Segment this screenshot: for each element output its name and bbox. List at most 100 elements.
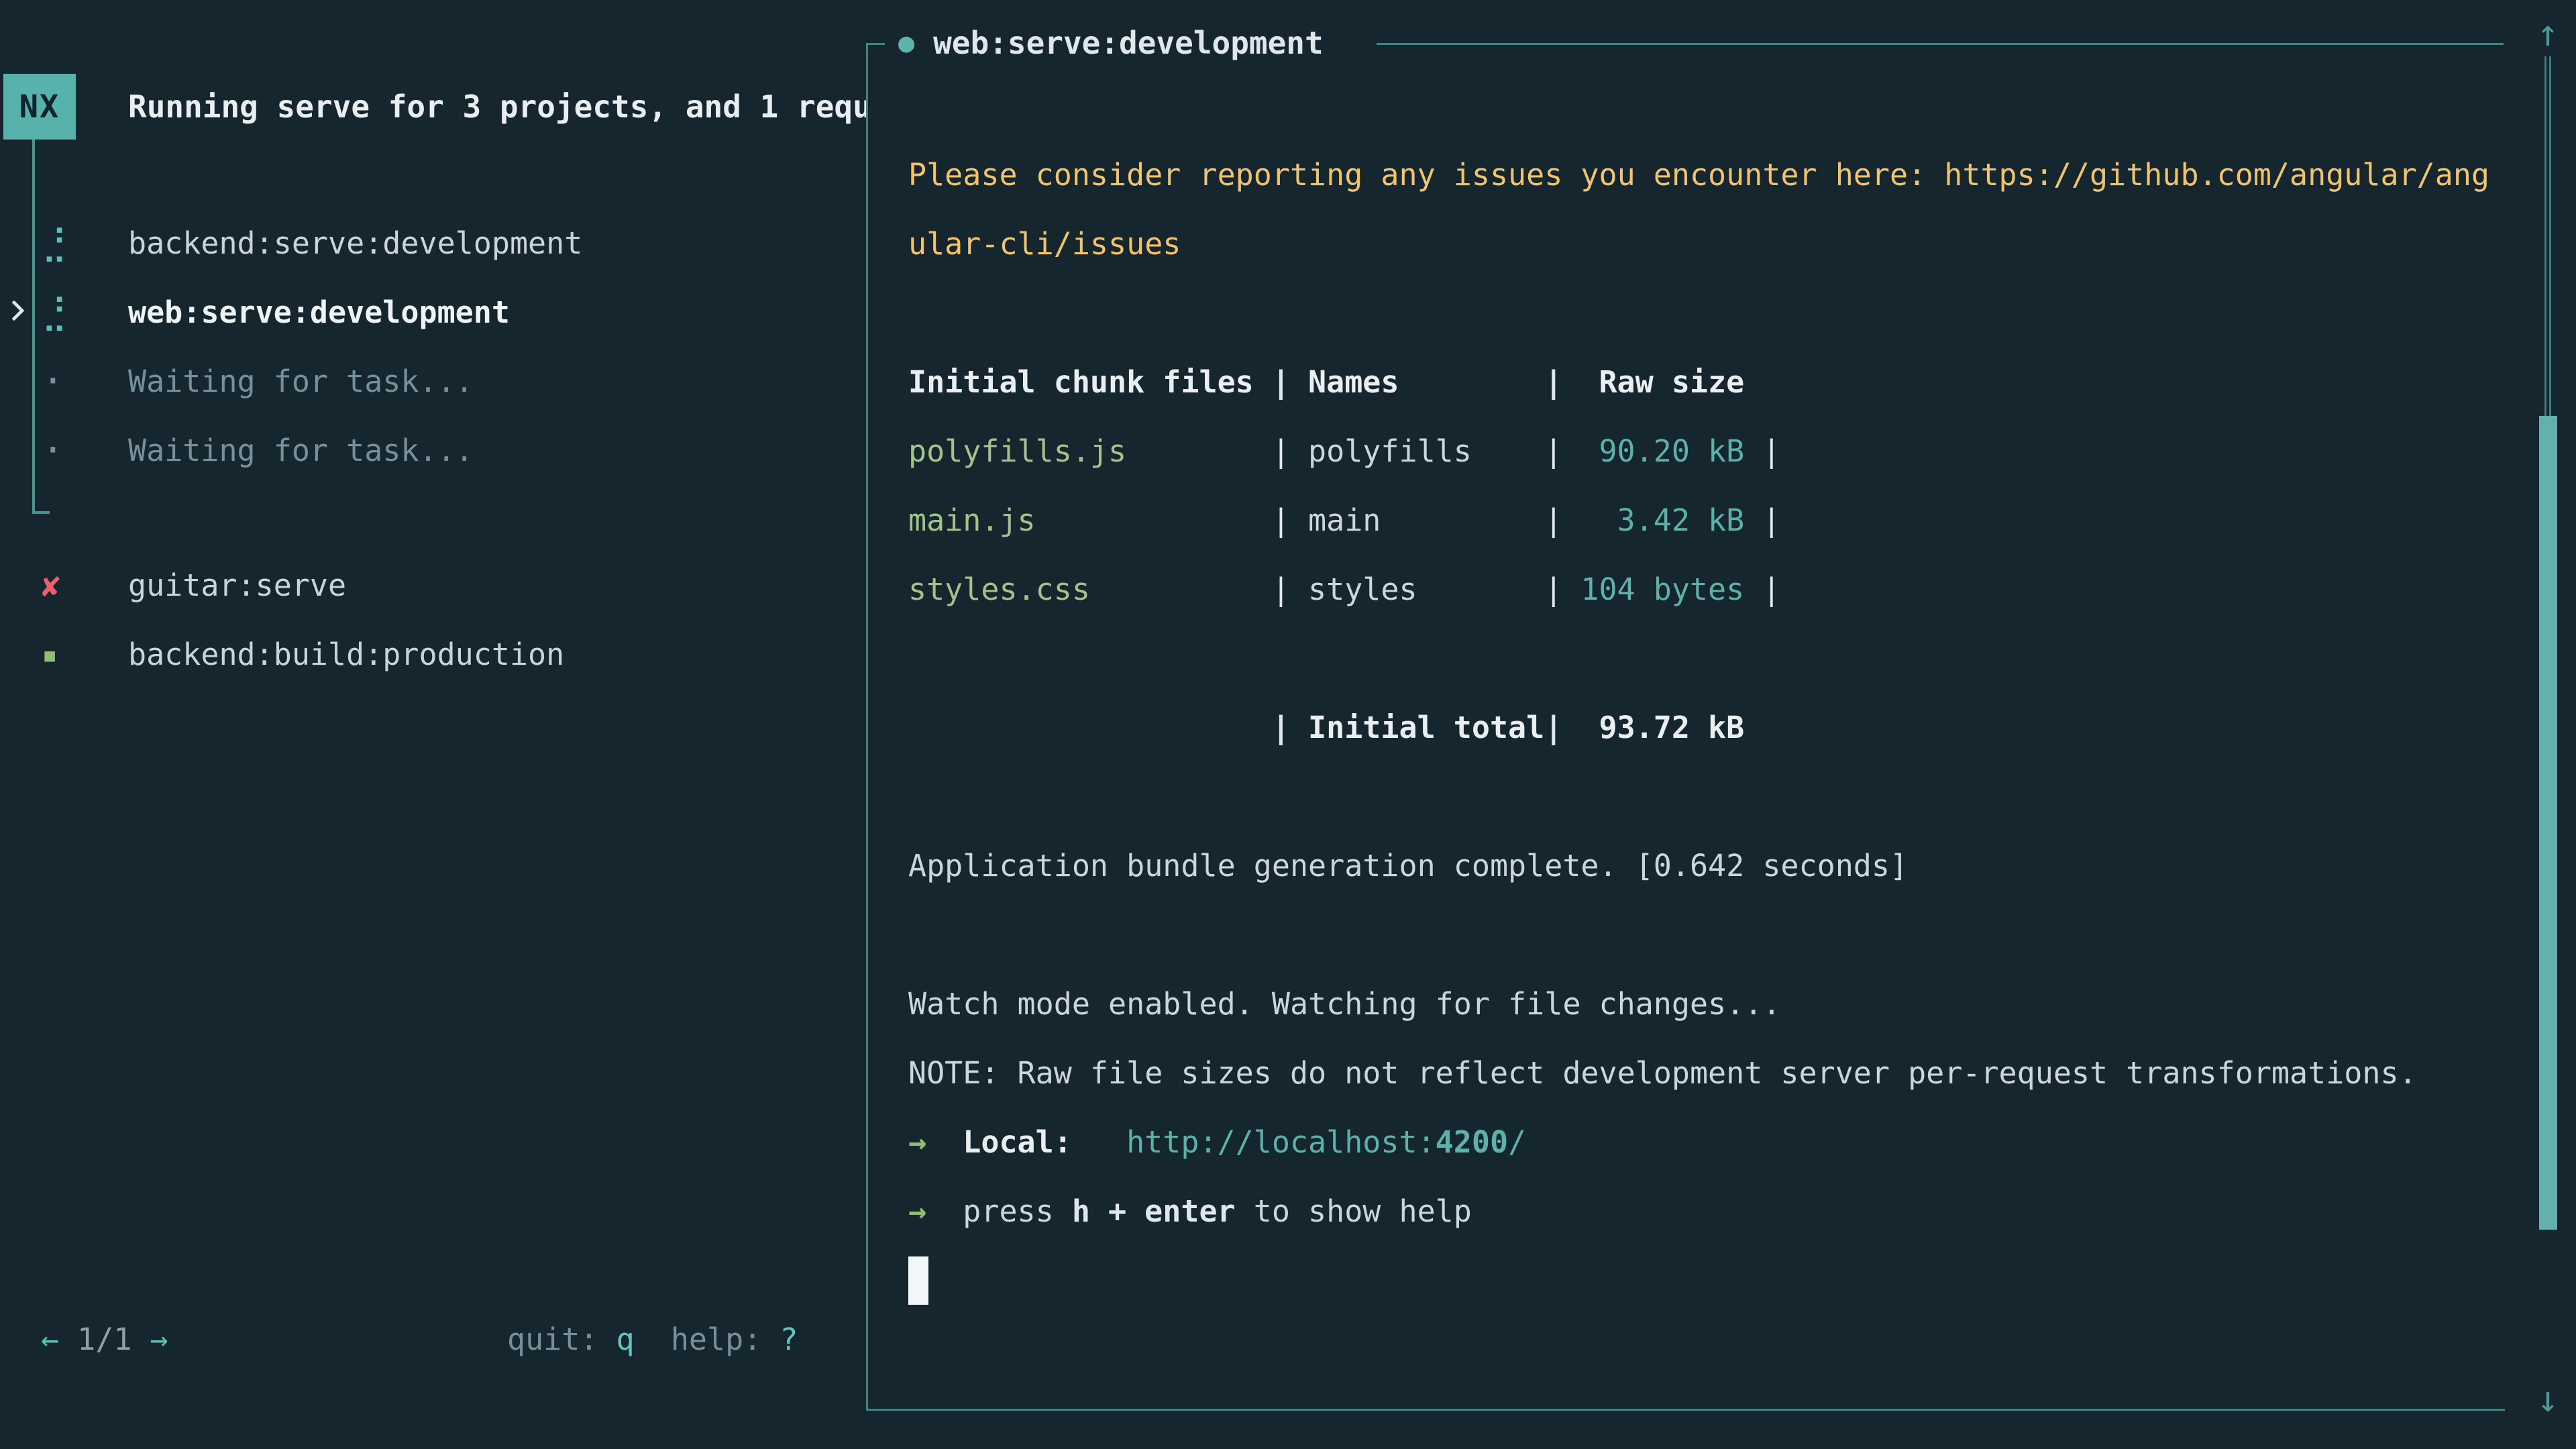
column-separator: | — [1544, 710, 1562, 745]
task-label: backend:serve:development — [128, 209, 582, 278]
prompt-arrow-icon: → — [908, 1124, 926, 1160]
chunk-table-row: main.js | main | 3.42 kB | — [908, 486, 2518, 555]
task-item-waiting-2[interactable]: · Waiting for task... — [0, 416, 866, 485]
scroll-down-arrow-icon[interactable]: ↓ — [2529, 1381, 2567, 1418]
chunk-table-header: Initial chunk files | Names | Raw size — [908, 347, 2518, 417]
help-key: ? — [780, 1322, 798, 1357]
spinner-icon: ⣘ — [42, 209, 102, 278]
panel-border-left — [866, 43, 868, 1411]
task-label: Waiting for task... — [128, 347, 474, 416]
nx-terminal-ui: NX Running serve for 3 projects, and 1 r… — [0, 0, 2576, 1449]
column-separator: | — [1762, 502, 1780, 538]
chunk-file: main.js — [908, 502, 1272, 538]
help-keys: h + enter — [1072, 1193, 1236, 1229]
column-separator: | — [1762, 572, 1780, 607]
column-separator: | — [1544, 364, 1562, 400]
panel-border-top — [1377, 43, 2504, 45]
task-item-waiting-1[interactable]: · Waiting for task... — [0, 347, 866, 416]
prompt-arrow-icon: → — [908, 1193, 926, 1229]
task-label: guitar:serve — [128, 551, 346, 620]
failed-cross-icon: ✘ — [42, 551, 102, 620]
task-item-backend-serve[interactable]: ⣘ backend:serve:development — [0, 209, 866, 278]
chunk-name: main — [1308, 502, 1544, 538]
panel-border-bottom — [866, 1409, 2505, 1411]
local-url-port[interactable]: 4200 — [1436, 1124, 1508, 1160]
sidebar-footer: ← 1/1 → quit: q help: ? — [0, 1305, 866, 1374]
help-hint-label: help: — [671, 1322, 761, 1357]
chunk-size: 90.20 kB — [1580, 433, 1744, 469]
pending-dot-icon: · — [42, 416, 102, 485]
page-next-arrow-icon[interactable]: → — [150, 1322, 168, 1357]
quit-key: q — [616, 1322, 635, 1357]
issue-notice-line1: Please consider reporting any issues you… — [908, 140, 2518, 209]
pager: ← 1/1 → — [41, 1305, 168, 1374]
column-separator: | — [1544, 433, 1562, 469]
keyboard-hints: quit: q help: ? — [507, 1305, 798, 1374]
initial-total-row: | Initial total | 93.72 kB — [908, 693, 2518, 762]
scroll-up-arrow-icon[interactable]: ↑ — [2529, 15, 2567, 52]
blank-line — [908, 762, 2518, 831]
chunk-name: styles — [1308, 572, 1544, 607]
issue-notice-line2: ular-cli/issues — [908, 209, 2518, 278]
watch-mode-line: Watch mode enabled. Watching for file ch… — [908, 969, 2518, 1038]
task-list: ⣘ backend:serve:development ⣘ web:serve:… — [0, 209, 866, 689]
page-indicator: 1/1 — [77, 1322, 131, 1357]
total-size: 93.72 kB — [1580, 710, 1744, 745]
col-header-size: Raw size — [1580, 364, 1744, 400]
run-summary-title: Running serve for 3 projects, and 1 requ — [128, 74, 866, 140]
cursor-line — [908, 1246, 2518, 1315]
chunk-table-row: styles.css | styles | 104 bytes | — [908, 555, 2518, 624]
quit-hint-label: quit: — [507, 1322, 598, 1357]
task-label: backend:build:production — [128, 620, 564, 689]
success-square-icon: ▪ — [42, 620, 102, 689]
running-status-dot-icon: ● — [898, 28, 914, 58]
scrollbar-track — [2544, 56, 2546, 416]
task-item-guitar-serve[interactable]: ✘ guitar:serve — [0, 551, 866, 620]
col-header-name: Names — [1308, 364, 1544, 400]
column-separator: | — [1544, 572, 1562, 607]
column-separator: | — [1762, 433, 1780, 469]
task-label: web:serve:development — [128, 278, 510, 347]
panel-border-top-stub — [866, 43, 885, 45]
column-separator: | — [1272, 364, 1290, 400]
bundle-complete-line: Application bundle generation complete. … — [908, 831, 2518, 900]
help-hint-line: → press h + enter to show help — [908, 1177, 2518, 1246]
page-prev-arrow-icon[interactable]: ← — [41, 1322, 59, 1357]
task-output-panel: ● web:serve:development Please consider … — [866, 0, 2576, 1449]
column-separator: | — [1272, 572, 1290, 607]
column-separator: | — [1272, 502, 1290, 538]
note-line: NOTE: Raw file sizes do not reflect deve… — [908, 1038, 2518, 1108]
local-url[interactable]: http://localhost: — [1126, 1124, 1436, 1160]
column-separator: | — [1544, 502, 1562, 538]
chunk-table-row: polyfills.js | polyfills | 90.20 kB | — [908, 417, 2518, 486]
task-item-web-serve[interactable]: ⣘ web:serve:development — [0, 278, 866, 347]
scrollbar-thumb[interactable] — [2539, 416, 2557, 1230]
nx-logo: NX — [3, 74, 76, 140]
task-sidebar: NX Running serve for 3 projects, and 1 r… — [0, 0, 866, 1449]
scrollbar-track — [2549, 56, 2551, 416]
column-separator: | — [1272, 433, 1290, 469]
col-header-file: Initial chunk files — [908, 364, 1272, 400]
chunk-size: 104 bytes — [1580, 572, 1744, 607]
pending-dot-icon: · — [42, 347, 102, 416]
chunk-size: 3.42 kB — [1580, 502, 1744, 538]
panel-title: ● web:serve:development — [898, 12, 1324, 74]
local-url-slash[interactable]: / — [1508, 1124, 1526, 1160]
help-post-text: to show help — [1254, 1193, 1472, 1229]
local-label: Local: — [963, 1124, 1072, 1160]
task-item-backend-build[interactable]: ▪ backend:build:production — [0, 620, 866, 689]
terminal-cursor — [908, 1256, 928, 1305]
selected-chevron-icon — [3, 300, 24, 321]
panel-title-text: web:serve:development — [933, 25, 1324, 61]
blank-line — [908, 900, 2518, 969]
spinner-icon: ⣘ — [42, 278, 102, 347]
help-pre-text: press — [963, 1193, 1053, 1229]
chunk-file: styles.css — [908, 572, 1272, 607]
terminal-output: Please consider reporting any issues you… — [908, 140, 2518, 1315]
task-label: Waiting for task... — [128, 416, 474, 485]
total-label: Initial total — [1308, 710, 1544, 745]
local-url-line: → Local: http://localhost:4200/ — [908, 1108, 2518, 1177]
blank-line — [908, 624, 2518, 693]
chunk-name: polyfills — [1308, 433, 1544, 469]
blank-line — [908, 278, 2518, 347]
